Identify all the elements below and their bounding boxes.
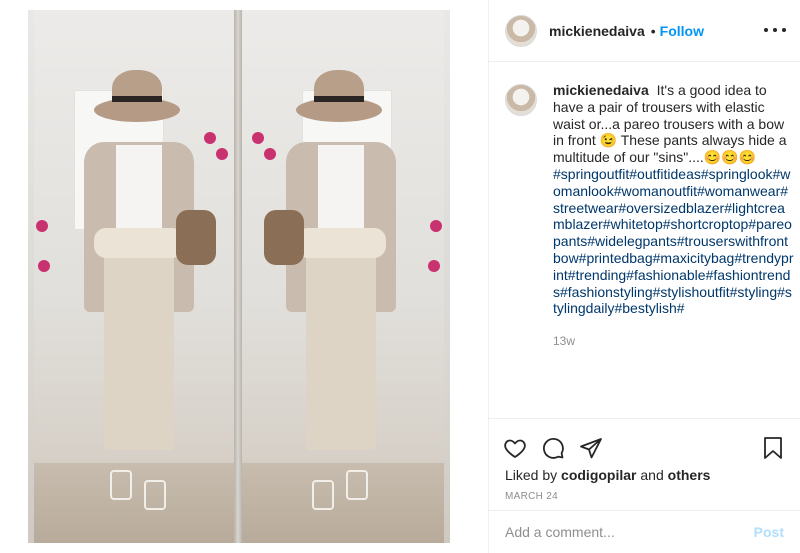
model-figure [84, 50, 216, 530]
heart-icon[interactable] [503, 436, 527, 460]
flower [204, 132, 216, 144]
model-figure [264, 50, 396, 530]
flower [264, 148, 276, 160]
photo-divider [234, 10, 242, 543]
post-header: mickienedaiva • Follow [489, 0, 800, 62]
caption-avatar[interactable] [505, 84, 537, 116]
liked-by-user[interactable]: codigopilar [561, 467, 636, 483]
caption-age: 13w [553, 334, 576, 349]
action-bar [489, 419, 800, 465]
caption: mickienedaiva It's a good idea to have a… [505, 82, 795, 350]
caption-username[interactable]: mickienedaiva [553, 82, 649, 98]
header-separator: • [650, 22, 656, 39]
caption-hashtags[interactable]: #springoutfit#outfitideas#springlook#wom… [553, 166, 793, 316]
more-options-icon[interactable] [764, 22, 786, 38]
follow-button[interactable]: Follow [660, 23, 704, 39]
flower [428, 260, 440, 272]
post-date[interactable]: MARCH 24 [489, 483, 800, 502]
comment-icon[interactable] [541, 436, 565, 460]
post-sidebar: mickienedaiva • Follow mickienedaiva It'… [489, 0, 800, 553]
flower [252, 132, 264, 144]
flower [36, 220, 48, 232]
post-actions-section: Liked by codigopilar and others MARCH 24 [489, 418, 800, 502]
liked-by: Liked by codigopilar and others [489, 465, 800, 483]
author-avatar[interactable] [505, 14, 537, 47]
comment-input[interactable] [505, 524, 754, 540]
photo-panel-right [242, 10, 444, 543]
post-photo[interactable] [28, 10, 450, 543]
bookmark-icon[interactable] [762, 436, 784, 460]
comment-box: Post [489, 510, 800, 553]
post-media[interactable] [0, 0, 489, 553]
photo-panel-left [34, 10, 234, 543]
liked-by-and: and [640, 467, 664, 483]
post-comment-button[interactable]: Post [754, 524, 784, 540]
caption-body: mickienedaiva It's a good idea to have a… [553, 82, 795, 350]
liked-by-others[interactable]: others [668, 467, 711, 483]
liked-by-prefix: Liked by [505, 467, 558, 483]
flower [38, 260, 50, 272]
author-username[interactable]: mickienedaiva [549, 23, 645, 39]
flower [430, 220, 442, 232]
share-icon[interactable] [579, 436, 603, 460]
flower [216, 148, 228, 160]
